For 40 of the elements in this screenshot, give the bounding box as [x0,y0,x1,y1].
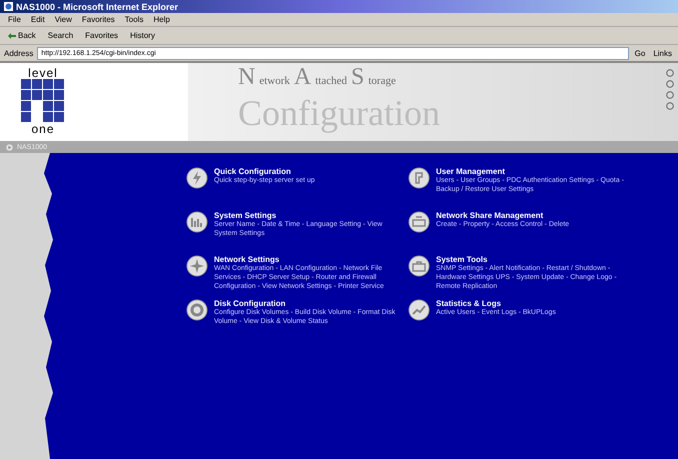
back-arrow-icon [8,32,16,38]
section-title-link[interactable]: Statistics & Logs [436,299,556,308]
section-title-link[interactable]: User Management [436,167,638,176]
back-button[interactable]: Back [6,31,38,40]
logo-text: level [28,67,58,79]
banner-initial: N [238,65,256,89]
trend-icon[interactable] [408,299,430,321]
chart-icon[interactable] [186,211,208,233]
logo-icon [21,79,65,123]
section-title-link[interactable]: Disk Configuration [214,299,396,308]
toolbox-icon[interactable] [408,255,430,277]
menu-item[interactable]: Edit [30,15,45,24]
section-title-link[interactable]: System Settings [214,211,396,220]
lightning-icon[interactable] [186,167,208,189]
section-title-link[interactable]: Network Share Management [436,211,570,220]
banner-word: ttached [315,74,347,89]
go-button[interactable]: Go [632,48,648,58]
window-title: NAS1000 - Microsoft Internet Explorer [16,2,178,12]
search-button[interactable]: Search [46,31,76,40]
links-button[interactable]: Links [651,48,674,58]
favorites-button[interactable]: Favorites [83,31,120,40]
history-button[interactable]: History [128,31,157,40]
menu-item[interactable]: View [54,15,72,24]
address-label: Address [4,48,34,58]
browser-icon [4,2,13,11]
compass-icon[interactable] [186,255,208,277]
banner-word: etwork [259,74,290,89]
banner-word: torage [368,74,396,89]
banner-initial: S [351,65,364,89]
menu-item[interactable]: Help [153,15,170,24]
section-title-link[interactable]: Quick Configuration [214,167,315,176]
play-icon [6,144,13,150]
menu-item[interactable]: File [8,15,21,24]
menu-item[interactable]: Tools [124,15,144,24]
logo-text: one [31,123,55,135]
section-title-link[interactable]: Network Settings [214,255,396,264]
section-title-link[interactable]: System Tools [436,255,638,264]
banner-initial: A [294,65,312,89]
menu-item[interactable]: Favorites [82,15,115,24]
disk-icon[interactable] [186,299,208,321]
